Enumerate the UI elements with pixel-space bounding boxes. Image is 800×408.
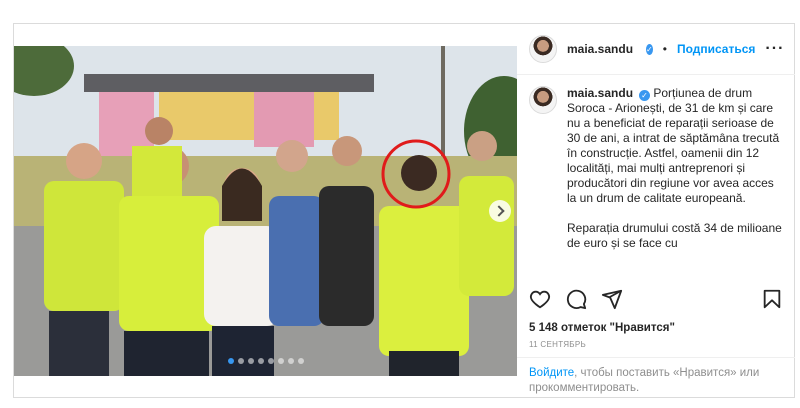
verified-badge-icon: ✓ (646, 43, 653, 55)
verified-badge-icon: ✓ (639, 90, 651, 101)
avatar[interactable] (529, 35, 557, 63)
carousel-next-button[interactable] (489, 200, 511, 222)
login-prompt: Войдите, чтобы поставить «Нравится» или … (517, 357, 795, 396)
share-icon[interactable] (601, 288, 623, 310)
caption-username[interactable]: maia.sandu (567, 86, 633, 100)
post-header: maia.sandu ✓ • Подписаться ··· (517, 24, 795, 75)
post-side-panel: maia.sandu ✓ • Подписаться ··· maia.sand… (517, 24, 795, 398)
caption-avatar[interactable] (529, 86, 557, 114)
caption-text: maia.sandu ✓ Porțiunea de drum Soroca - A… (567, 86, 783, 298)
more-options-icon[interactable]: ··· (765, 40, 784, 58)
post-date: 11 СЕНТЯБРЬ (529, 340, 587, 349)
caption-paragraph: Reparația drumului costă 34 de milioane … (567, 221, 782, 250)
carousel-dot (237, 358, 244, 364)
carousel-dot (257, 358, 264, 364)
heart-icon[interactable] (529, 288, 551, 310)
carousel-dot (297, 358, 304, 364)
caption-paragraph: Porțiunea de drum Soroca - Arionești, de… (567, 86, 780, 205)
carousel-dot (247, 358, 254, 364)
separator: • (662, 42, 667, 56)
post-photo[interactable] (14, 46, 517, 376)
username[interactable]: maia.sandu (567, 42, 633, 56)
carousel-dot (287, 358, 294, 364)
post-caption: maia.sandu ✓ Porțiunea de drum Soroca - A… (529, 86, 783, 298)
follow-button[interactable]: Подписаться (677, 42, 755, 56)
instagram-post-embed: maia.sandu ✓ • Подписаться ··· maia.sand… (13, 23, 795, 398)
photo-scene (14, 46, 517, 376)
login-link[interactable]: Войдите (529, 367, 574, 379)
comment-icon[interactable] (565, 288, 587, 310)
post-actions (529, 285, 783, 313)
carousel-dot (267, 358, 274, 364)
carousel-dot (277, 358, 284, 364)
likes-count[interactable]: 5 148 отметок "Нравится" (529, 322, 675, 334)
carousel-dots (14, 358, 517, 364)
carousel-dot (227, 358, 234, 364)
bookmark-icon[interactable] (761, 288, 783, 310)
